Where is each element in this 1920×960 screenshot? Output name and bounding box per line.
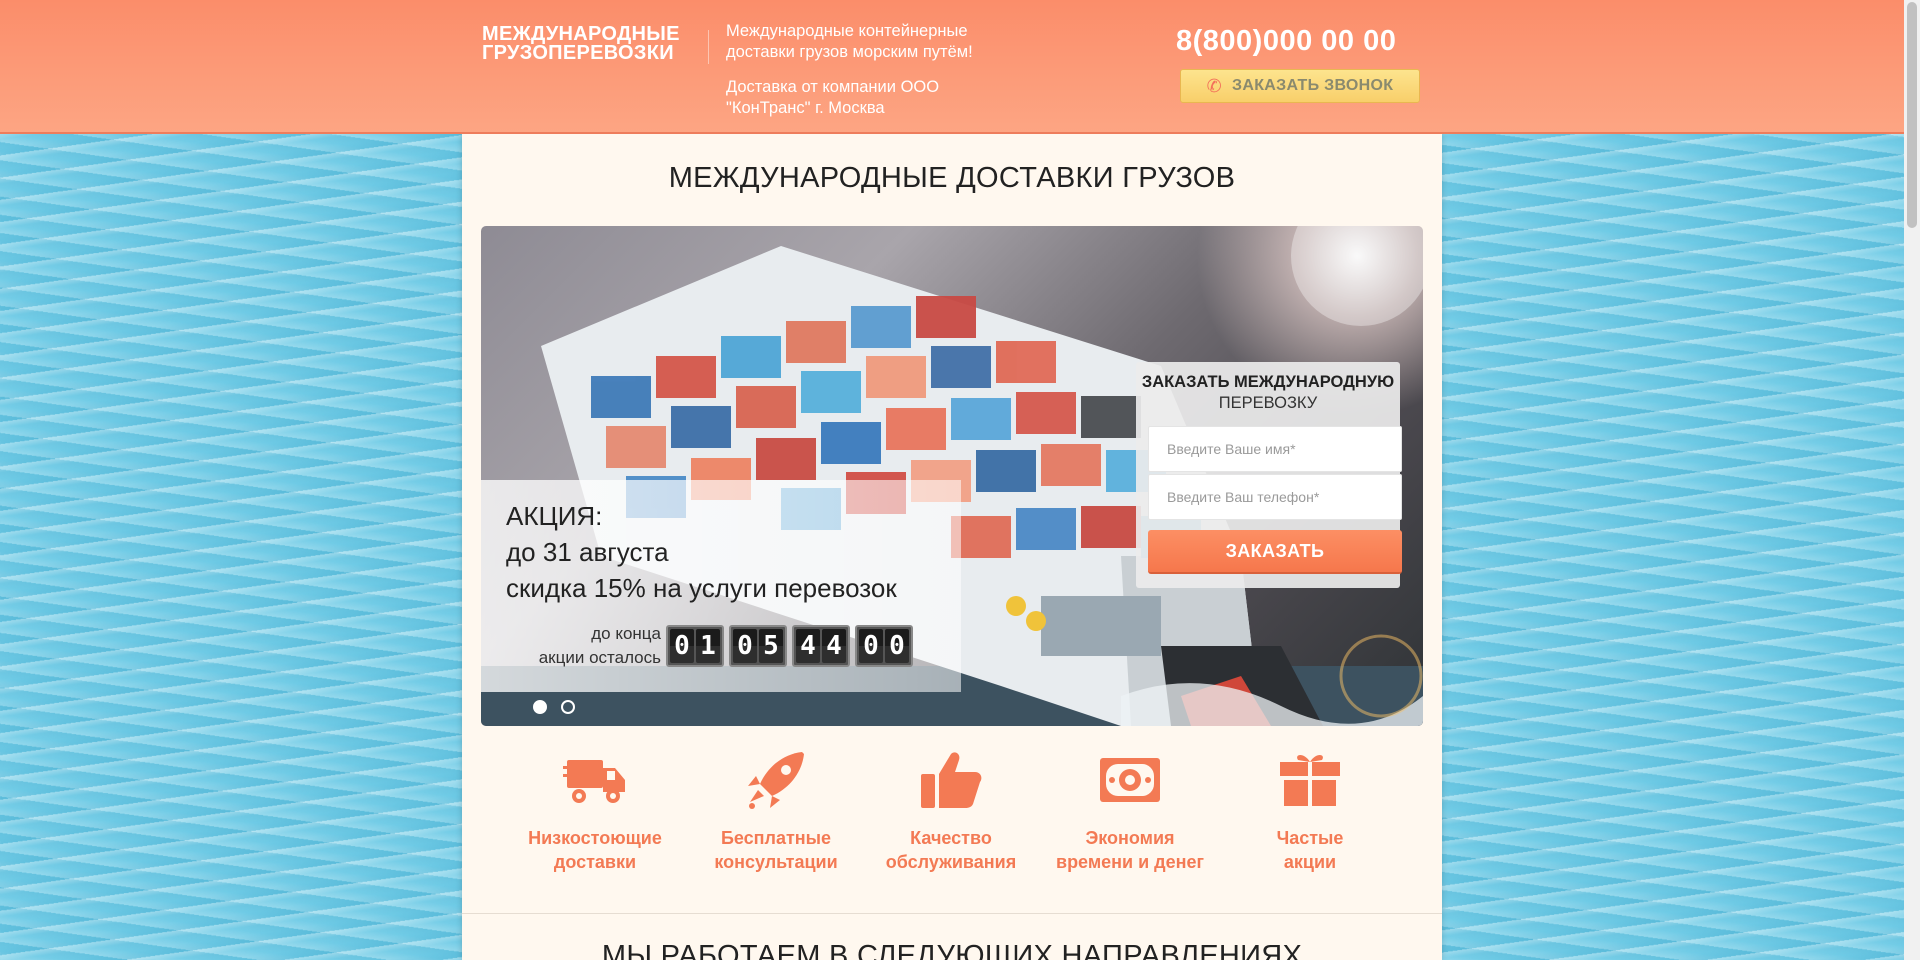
name-input[interactable] xyxy=(1148,426,1402,472)
callback-button[interactable]: ✆ ЗАКАЗАТЬ ЗВОНОК xyxy=(1180,69,1420,103)
section-divider xyxy=(462,913,1442,914)
gift-icon xyxy=(1280,755,1340,806)
timer-digit: 0 xyxy=(670,629,694,663)
header-phone[interactable]: 8(800)000 00 00 xyxy=(1176,25,1416,58)
timer-group: 44 xyxy=(792,625,850,667)
form-title-bold: ЗАКАЗАТЬ МЕЖДУНАРОДНУЮ xyxy=(1141,373,1395,391)
features-row: Низкостоющие доставки Бесплатные консуль… xyxy=(462,748,1442,872)
main-content: МЕЖДУНАРОДНЫЕ ДОСТАВКИ ГРУЗОВ АКЦИЯ: до … xyxy=(462,134,1442,960)
promo-title: АКЦИЯ: xyxy=(506,501,603,531)
timer-digit: 0 xyxy=(859,629,883,663)
feature-label: Низкостоющие xyxy=(528,828,662,848)
feature-label: обслуживания xyxy=(885,852,1017,872)
order-form: ЗАКАЗАТЬ МЕЖДУНАРОДНУЮ ПЕРЕВОЗКУ ЗАКАЗАТ… xyxy=(1136,362,1402,588)
promo-slider[interactable]: АКЦИЯ: до 31 августа скидка 15% на услуг… xyxy=(481,226,1423,726)
promo-discount: скидка 15% на услуги перевозок xyxy=(506,573,897,603)
timer-label: до конца акции осталось xyxy=(501,622,661,670)
timer-digit: 4 xyxy=(822,629,846,663)
timer-digit: 0 xyxy=(885,629,909,663)
header-tagline: Международные контейнерные доставки груз… xyxy=(726,22,973,61)
truck-icon xyxy=(563,760,625,803)
feature-label: консультации xyxy=(714,852,838,872)
site-header: МЕЖДУНАРОДНЫЕ ГРУЗОПЕРЕВОЗКИ Международн… xyxy=(0,0,1904,134)
rocket-icon xyxy=(748,752,804,809)
phone-icon: ✆ xyxy=(1206,75,1223,96)
feature-label: акции xyxy=(1283,852,1337,872)
header-divider xyxy=(708,30,709,64)
page-scrollbar[interactable] xyxy=(1904,0,1920,960)
section-title: Мы работаем в следующих направлениях xyxy=(601,940,1303,960)
order-submit-button[interactable]: ЗАКАЗАТЬ xyxy=(1148,530,1402,574)
slider-dot[interactable] xyxy=(561,700,575,714)
timer-digit: 1 xyxy=(696,629,720,663)
site-logo[interactable]: МЕЖДУНАРОДНЫЕ ГРУЗОПЕРЕВОЗКИ xyxy=(482,24,686,64)
timer-label-line-1: до конца xyxy=(591,624,661,643)
form-title: ЗАКАЗАТЬ МЕЖДУНАРОДНУЮ ПЕРЕВОЗКУ xyxy=(1136,372,1400,414)
feature-quality: Качество обслуживания xyxy=(866,748,1036,874)
timer-digit: 0 xyxy=(733,629,757,663)
timer-group: 05 xyxy=(729,625,787,667)
feature-label: Качество xyxy=(910,828,992,848)
timer-group: 01 xyxy=(666,625,724,667)
callback-button-label: ЗАКАЗАТЬ ЗВОНОК xyxy=(1232,77,1394,94)
header-company: Доставка от компании ООО "КонТранс" г. М… xyxy=(726,78,940,117)
timer-digit: 5 xyxy=(759,629,783,663)
countdown-timer: 01054400 xyxy=(666,625,913,667)
scrollbar-thumb[interactable] xyxy=(1907,2,1917,228)
page-title: МЕЖДУНАРОДНЫЕ ДОСТАВКИ ГРУЗОВ xyxy=(668,162,1236,194)
promo-date: до 31 августа xyxy=(506,537,669,567)
feature-label: доставки xyxy=(553,852,637,872)
timer-group: 00 xyxy=(855,625,913,667)
feature-label: Экономия xyxy=(1085,828,1175,848)
feature-label: времени и денег xyxy=(1056,852,1204,872)
slider-dot[interactable] xyxy=(533,700,547,714)
money-icon xyxy=(1100,758,1160,802)
slider-dots xyxy=(533,700,575,714)
feature-economy: Экономия времени и денег xyxy=(1045,748,1215,874)
thumbs-up-icon xyxy=(921,752,982,808)
feature-label: Частые xyxy=(1276,828,1344,848)
feature-promotions: Частые акции xyxy=(1225,748,1395,874)
feature-label: Бесплатные xyxy=(720,828,832,848)
timer-digit: 4 xyxy=(796,629,820,663)
feature-free-consult: Бесплатные консультации xyxy=(691,748,861,874)
phone-input[interactable] xyxy=(1148,474,1402,520)
feature-low-cost: Низкостоющие доставки xyxy=(510,748,680,874)
timer-label-line-2: акции осталось xyxy=(538,648,661,667)
logo-line-2: ГРУЗОПЕРЕВОЗКИ xyxy=(482,42,674,64)
form-title-rest: ПЕРЕВОЗКУ xyxy=(1218,394,1318,412)
